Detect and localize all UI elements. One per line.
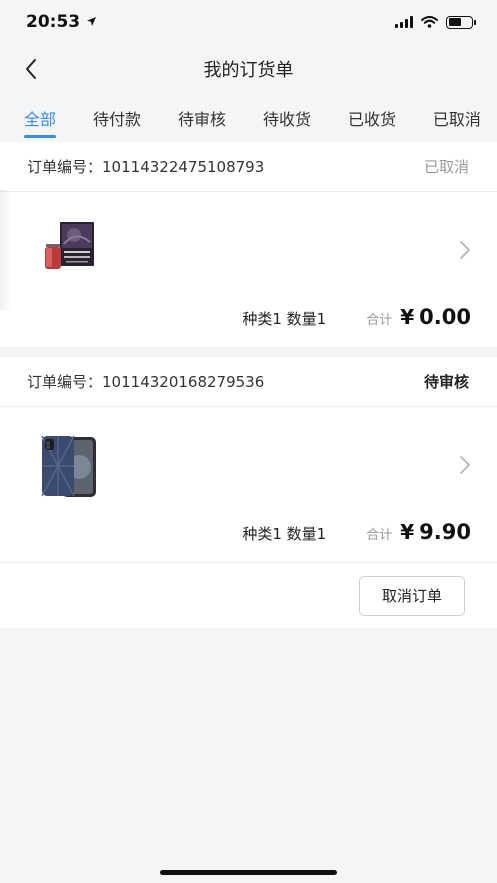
order-item-row[interactable]: 种类1 数量1 合计 ¥ 9.90 <box>0 407 497 562</box>
navigation-bar: 我的订货单 <box>0 44 497 94</box>
status-time: 20:53 <box>26 12 97 32</box>
tab-all[interactable]: 全部 <box>24 94 57 142</box>
cellular-signal-icon <box>395 16 413 28</box>
chevron-left-icon <box>26 59 36 79</box>
tab-received[interactable]: 已收货 <box>348 94 396 142</box>
tab-cancelled[interactable]: 已取消 <box>433 94 481 142</box>
currency-symbol: ¥ <box>400 520 415 544</box>
tab-pending-receipt[interactable]: 待收货 <box>263 94 311 142</box>
status-time-text: 20:53 <box>26 12 81 32</box>
order-number: 订单编号：10114322475108793 <box>27 156 264 177</box>
battery-icon <box>446 15 476 29</box>
currency-symbol: ¥ <box>400 305 415 329</box>
order-number-label: 订单编号： <box>27 373 103 391</box>
order-number-value: 10114320168279536 <box>102 373 265 391</box>
perfume-product-image <box>38 220 100 282</box>
wifi-icon <box>421 13 438 32</box>
order-number-label: 订单编号： <box>27 158 103 176</box>
order-summary: 种类1 数量1 合计 ¥ 9.90 <box>0 520 471 544</box>
order-status-tabs: 全部 待付款 待审核 待收货 已收货 已取消 <box>0 94 497 142</box>
status-bar: 20:53 <box>0 0 497 44</box>
home-indicator[interactable] <box>160 870 337 875</box>
order-header: 订单编号：10114320168279536 待审核 <box>0 357 497 407</box>
total-label: 合计 <box>366 313 393 328</box>
order-status-badge: 已取消 <box>423 158 469 176</box>
status-icons <box>395 13 476 32</box>
order-number-value: 10114322475108793 <box>102 158 265 176</box>
order-card: 订单编号：10114320168279536 待审核 种类1 数量1 合计 ¥ … <box>0 357 497 628</box>
order-header: 订单编号：10114322475108793 已取消 <box>0 142 497 192</box>
tab-pending-review[interactable]: 待审核 <box>178 94 226 142</box>
edge-shadow <box>0 190 12 310</box>
order-total-amount: 9.90 <box>419 520 471 544</box>
header-area: 20:53 我的订货单 全部 待付款 待审核 待收货 已收货 已取消 <box>0 0 497 142</box>
chevron-right-icon <box>459 455 471 479</box>
cancel-order-button[interactable]: 取消订单 <box>359 575 465 616</box>
location-arrow-icon <box>86 12 97 32</box>
page-title: 我的订货单 <box>203 60 294 81</box>
order-number: 订单编号：10114320168279536 <box>27 371 264 392</box>
order-total-amount: 0.00 <box>419 305 471 329</box>
chevron-right-icon <box>459 240 471 264</box>
order-card: 订单编号：10114322475108793 已取消 种类1 数量1 合计 ¥ … <box>0 142 497 347</box>
order-summary: 种类1 数量1 合计 ¥ 0.00 <box>0 305 471 329</box>
tab-pending-payment[interactable]: 待付款 <box>93 94 141 142</box>
order-status-badge: 待审核 <box>423 373 469 391</box>
phone-case-product-image <box>38 435 100 497</box>
back-button[interactable] <box>16 54 46 84</box>
total-label: 合计 <box>366 528 393 543</box>
kinds-quantity: 种类1 数量1 <box>242 525 327 543</box>
order-actions: 取消订单 <box>0 562 497 628</box>
kinds-quantity: 种类1 数量1 <box>242 310 327 328</box>
order-item-row[interactable]: 种类1 数量1 合计 ¥ 0.00 <box>0 192 497 347</box>
